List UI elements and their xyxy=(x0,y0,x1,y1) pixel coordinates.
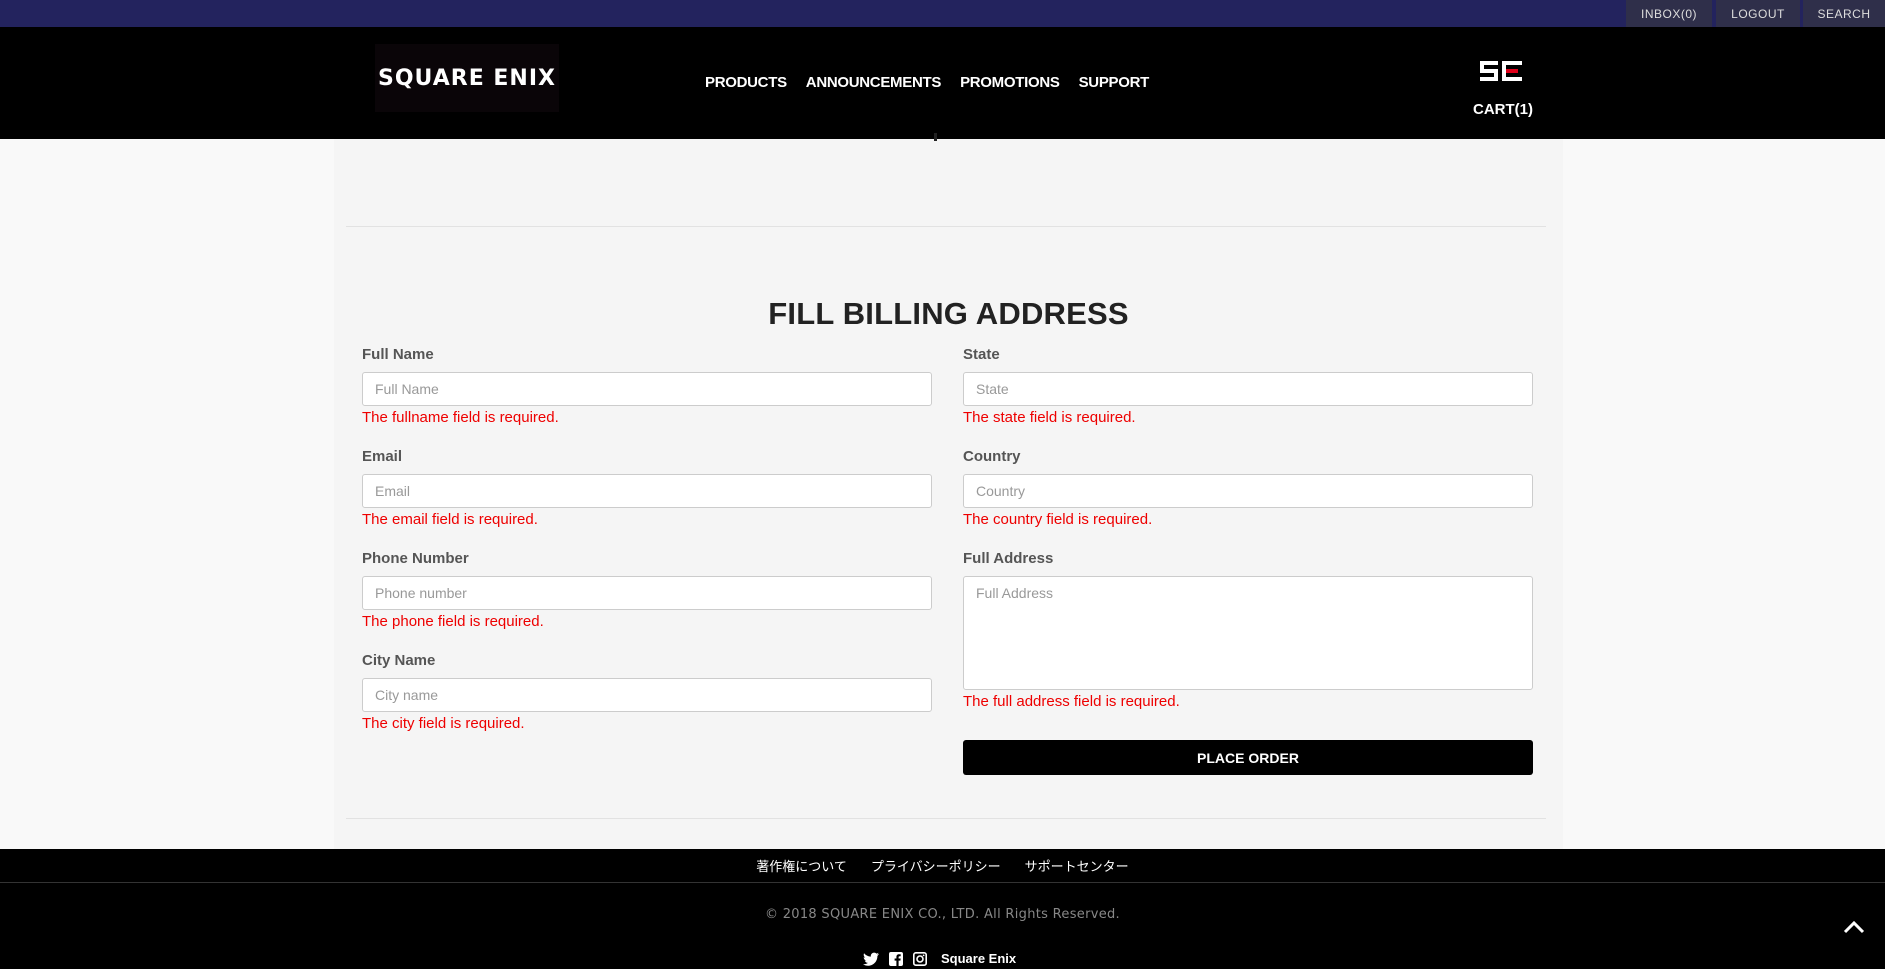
country-error: The country field is required. xyxy=(963,511,1153,528)
address-textarea[interactable] xyxy=(963,576,1533,690)
nav-support[interactable]: SUPPORT xyxy=(1079,74,1150,91)
country-group: Country The country field is required. xyxy=(963,448,1533,528)
logo-text: SQUARE ENIX xyxy=(378,65,556,91)
address-error: The full address field is required. xyxy=(963,693,1180,710)
form-title: FILL BILLING ADDRESS xyxy=(768,296,1129,331)
facebook-icon[interactable] xyxy=(889,951,903,966)
city-input[interactable] xyxy=(362,678,932,712)
divider-bottom xyxy=(346,818,1546,819)
footer-link-privacy[interactable]: プライバシーポリシー xyxy=(871,856,1001,875)
fullname-label: Full Name xyxy=(362,346,434,363)
footer-links: 著作権について プライバシーポリシー サポートセンター xyxy=(0,849,1885,882)
phone-error: The phone field is required. xyxy=(362,613,544,630)
nav-promotions[interactable]: PROMOTIONS xyxy=(960,74,1060,91)
place-order-button[interactable]: PLACE ORDER xyxy=(963,740,1533,775)
footer-separator xyxy=(0,882,1885,883)
nav-announcements[interactable]: ANNOUNCEMENTS xyxy=(806,74,942,91)
site-header: SQUARE ENIX PRODUCTS ANNOUNCEMENTS PROMO… xyxy=(0,27,1885,139)
phone-group: Phone Number The phone field is required… xyxy=(362,550,932,630)
cart-link[interactable]: CART(1) xyxy=(1473,101,1533,118)
email-input[interactable] xyxy=(362,474,932,508)
square-enix-logo[interactable]: SQUARE ENIX xyxy=(375,44,559,112)
email-error: The email field is required. xyxy=(362,511,538,528)
scroll-to-top-icon[interactable] xyxy=(1843,919,1865,935)
fullname-input[interactable] xyxy=(362,372,932,406)
footer-link-copyright[interactable]: 著作権について xyxy=(756,856,847,875)
email-group: Email The email field is required. xyxy=(362,448,932,528)
footer-brand[interactable]: Square Enix xyxy=(941,951,1016,966)
city-label: City Name xyxy=(362,652,436,669)
country-label: Country xyxy=(963,448,1021,465)
search-link[interactable]: SEARCH xyxy=(1803,0,1885,27)
checkout-panel: FILL BILLING ADDRESS Full Name The fulln… xyxy=(334,133,1563,849)
se-logo-icon[interactable] xyxy=(1478,56,1524,86)
utility-bar: INBOX(0) LOGOUT SEARCH xyxy=(0,0,1885,27)
fullname-error: The fullname field is required. xyxy=(362,409,559,426)
instagram-icon[interactable] xyxy=(913,951,927,966)
copyright-text: © 2018 SQUARE ENIX CO., LTD. All Rights … xyxy=(764,907,1120,922)
logout-link[interactable]: LOGOUT xyxy=(1716,0,1800,27)
fullname-group: Full Name The fullname field is required… xyxy=(362,346,932,426)
main-nav: PRODUCTS ANNOUNCEMENTS PROMOTIONS SUPPOR… xyxy=(705,74,1168,91)
address-group: Full Address The full address field is r… xyxy=(963,550,1533,712)
state-input[interactable] xyxy=(963,372,1533,406)
social-links: Square Enix xyxy=(863,951,1016,966)
panel-marker xyxy=(934,133,937,141)
divider-top xyxy=(346,226,1546,227)
phone-label: Phone Number xyxy=(362,550,469,567)
inbox-link[interactable]: INBOX(0) xyxy=(1626,0,1712,27)
email-label: Email xyxy=(362,448,403,465)
state-label: State xyxy=(963,346,1000,363)
phone-input[interactable] xyxy=(362,576,932,610)
footer-link-support-center[interactable]: サポートセンター xyxy=(1025,856,1129,875)
country-input[interactable] xyxy=(963,474,1533,508)
twitter-icon[interactable] xyxy=(863,952,879,966)
state-group: State The state field is required. xyxy=(963,346,1533,426)
site-footer: 著作権について プライバシーポリシー サポートセンター © 2018 SQUAR… xyxy=(0,849,1885,969)
address-label: Full Address xyxy=(963,550,1054,567)
nav-products[interactable]: PRODUCTS xyxy=(705,74,787,91)
city-error: The city field is required. xyxy=(362,715,525,732)
state-error: The state field is required. xyxy=(963,409,1136,426)
city-group: City Name The city field is required. xyxy=(362,652,932,732)
